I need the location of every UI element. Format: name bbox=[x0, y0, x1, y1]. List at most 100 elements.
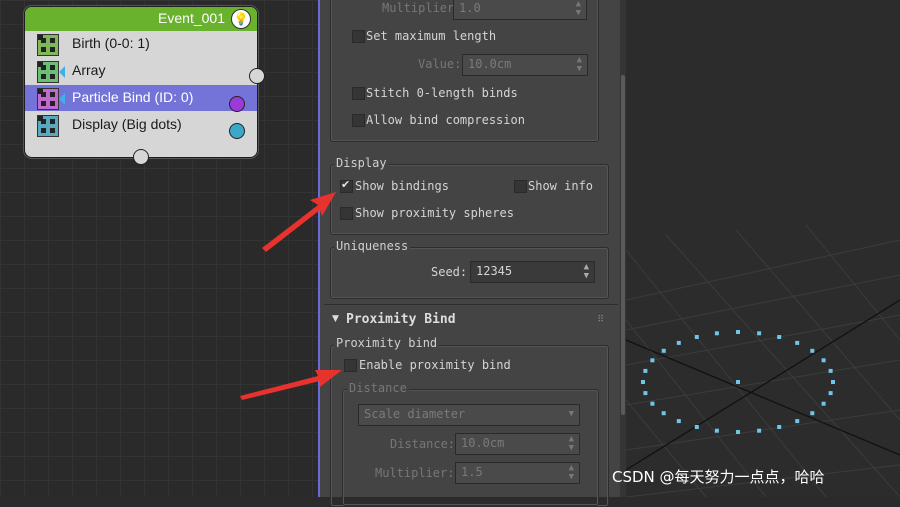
output-port[interactable] bbox=[249, 68, 265, 84]
particle-dot bbox=[694, 425, 699, 429]
seed-spinner[interactable]: 12345 ▲ ▼ bbox=[470, 261, 595, 283]
particle-dot bbox=[736, 380, 740, 384]
particle-dot bbox=[757, 331, 762, 336]
particle-dot bbox=[643, 391, 648, 396]
spinner-arrows-icon[interactable]: ▲ ▼ bbox=[576, 0, 581, 18]
particle-dot bbox=[757, 428, 762, 433]
value-label: Value: bbox=[418, 57, 462, 71]
show-bindings-checkbox[interactable] bbox=[340, 178, 353, 193]
particle-dot bbox=[810, 348, 815, 353]
seed-label: Seed: bbox=[431, 265, 468, 279]
show-info-checkbox[interactable] bbox=[514, 180, 527, 193]
spinner-arrows-icon[interactable]: ▲ ▼ bbox=[577, 56, 582, 74]
operator-display[interactable]: Display (Big dots) bbox=[25, 112, 257, 138]
particle-view[interactable]: Event_001 💡 Birth (0-0: 1) Array Particl… bbox=[0, 0, 318, 497]
particle-dot bbox=[714, 331, 719, 336]
spinner-arrows-icon[interactable]: ▲ ▼ bbox=[569, 464, 574, 482]
event-header[interactable]: Event_001 💡 bbox=[25, 7, 257, 31]
watermark: CSDN @每天努力一点点，哈哈 bbox=[612, 468, 825, 486]
input-port[interactable] bbox=[133, 149, 149, 165]
uniqueness-group-title: Uniqueness bbox=[334, 239, 411, 253]
collapse-triangle-icon[interactable]: ▼ bbox=[332, 314, 339, 324]
allow-compression-label: Allow bind compression bbox=[366, 113, 525, 127]
show-proximity-label: Show proximity spheres bbox=[355, 206, 514, 220]
proximity-bind-group-title: Proximity bind bbox=[334, 336, 440, 350]
show-info-label: Show info bbox=[528, 179, 594, 193]
display-group bbox=[330, 164, 609, 235]
operator-array[interactable]: Array bbox=[25, 58, 257, 84]
particle-dot bbox=[643, 368, 648, 373]
operator-label: Display (Big dots) bbox=[72, 116, 182, 132]
particle-dot bbox=[795, 419, 800, 424]
particle-dot bbox=[777, 335, 782, 339]
spinner-arrows-icon[interactable]: ▲ ▼ bbox=[569, 435, 574, 453]
particle-dot bbox=[795, 340, 800, 345]
array-icon bbox=[37, 61, 59, 83]
stitch-label: Stitch 0-length binds bbox=[366, 86, 518, 100]
particle-dot bbox=[828, 368, 833, 373]
particle-dot bbox=[676, 419, 681, 424]
particle-dot bbox=[641, 380, 645, 384]
multiplier-spinner[interactable]: 1.5 ▲ ▼ bbox=[455, 462, 580, 484]
particle-dot bbox=[828, 391, 833, 396]
viewport-grid bbox=[626, 224, 900, 497]
particle-dot bbox=[676, 340, 681, 345]
spinner-arrows-icon[interactable]: ▲ ▼ bbox=[584, 263, 589, 281]
particle-dot bbox=[736, 430, 740, 434]
particle-dot bbox=[777, 425, 782, 429]
multiplier-label: Multiplier: bbox=[382, 1, 462, 15]
event-node[interactable]: Event_001 💡 Birth (0-0: 1) Array Particl… bbox=[24, 6, 265, 165]
flag-icon bbox=[59, 93, 65, 105]
spinner-value: 1.0 bbox=[459, 1, 481, 15]
proximity-rollout-title: Proximity Bind bbox=[346, 312, 456, 327]
operator-label: Birth (0-0: 1) bbox=[72, 35, 150, 51]
particle-dot bbox=[821, 401, 826, 406]
distance-mode-dropdown[interactable]: Scale diameter ▼ bbox=[358, 404, 580, 426]
operator-birth[interactable]: Birth (0-0: 1) bbox=[25, 31, 257, 57]
distance-spinner[interactable]: 10.0cm ▲ ▼ bbox=[455, 433, 580, 455]
multiplier-label: Multiplier: bbox=[375, 466, 455, 480]
flag-icon bbox=[59, 66, 65, 78]
distance-group-title: Distance bbox=[347, 381, 409, 395]
test-port-purple[interactable] bbox=[229, 96, 245, 112]
particle-dot bbox=[821, 358, 826, 363]
operator-label: Array bbox=[72, 62, 106, 78]
3d-viewport[interactable] bbox=[626, 0, 900, 497]
grip-icon[interactable]: ⠿ bbox=[597, 315, 604, 325]
particle-dot bbox=[736, 330, 740, 334]
particle-dot bbox=[694, 335, 699, 339]
operator-label: Particle Bind (ID: 0) bbox=[72, 89, 194, 105]
value-spinner[interactable]: 10.0cm ▲ ▼ bbox=[462, 54, 588, 76]
particle-dot bbox=[831, 380, 835, 384]
particle-dot bbox=[650, 401, 655, 406]
test-port-blue[interactable] bbox=[229, 123, 245, 139]
spinner-value: 1.5 bbox=[461, 465, 483, 479]
operator-particle-bind[interactable]: Particle Bind (ID: 0) bbox=[25, 85, 257, 111]
lightbulb-icon[interactable]: 💡 bbox=[231, 9, 251, 29]
dropdown-value: Scale diameter bbox=[364, 407, 466, 421]
particle-dot bbox=[810, 411, 815, 416]
multiplier-spinner[interactable]: 1.0 ▲ ▼ bbox=[453, 0, 587, 20]
enable-proximity-label: Enable proximity bind bbox=[359, 358, 511, 372]
distance-label: Distance: bbox=[390, 437, 456, 451]
particle-dot bbox=[714, 428, 719, 433]
show-proximity-checkbox[interactable] bbox=[340, 207, 353, 220]
properties-panel: Multiplier: 1.0 ▲ ▼ Set maximum length Va… bbox=[320, 0, 622, 507]
particle-bind-icon bbox=[37, 88, 59, 110]
birth-icon bbox=[37, 34, 59, 56]
particle-dots bbox=[641, 330, 835, 434]
set-max-length-label: Set maximum length bbox=[366, 29, 497, 43]
spinner-value: 12345 bbox=[476, 264, 513, 278]
particle-dot bbox=[650, 358, 655, 363]
allow-compression-checkbox[interactable] bbox=[352, 114, 365, 127]
spinner-value: 10.0cm bbox=[461, 436, 505, 450]
proximity-rollout-header[interactable]: ▼ Proximity Bind ⠿ bbox=[328, 311, 618, 331]
stitch-checkbox[interactable] bbox=[352, 87, 365, 100]
enable-proximity-checkbox[interactable] bbox=[344, 359, 357, 372]
dropdown-arrow-icon[interactable]: ▼ bbox=[569, 410, 574, 419]
set-max-length-checkbox[interactable] bbox=[352, 30, 365, 43]
scrollbar-thumb[interactable] bbox=[621, 75, 625, 415]
display-group-title: Display bbox=[334, 156, 389, 170]
event-title: Event_001 bbox=[158, 10, 225, 26]
particle-dot bbox=[661, 348, 666, 353]
